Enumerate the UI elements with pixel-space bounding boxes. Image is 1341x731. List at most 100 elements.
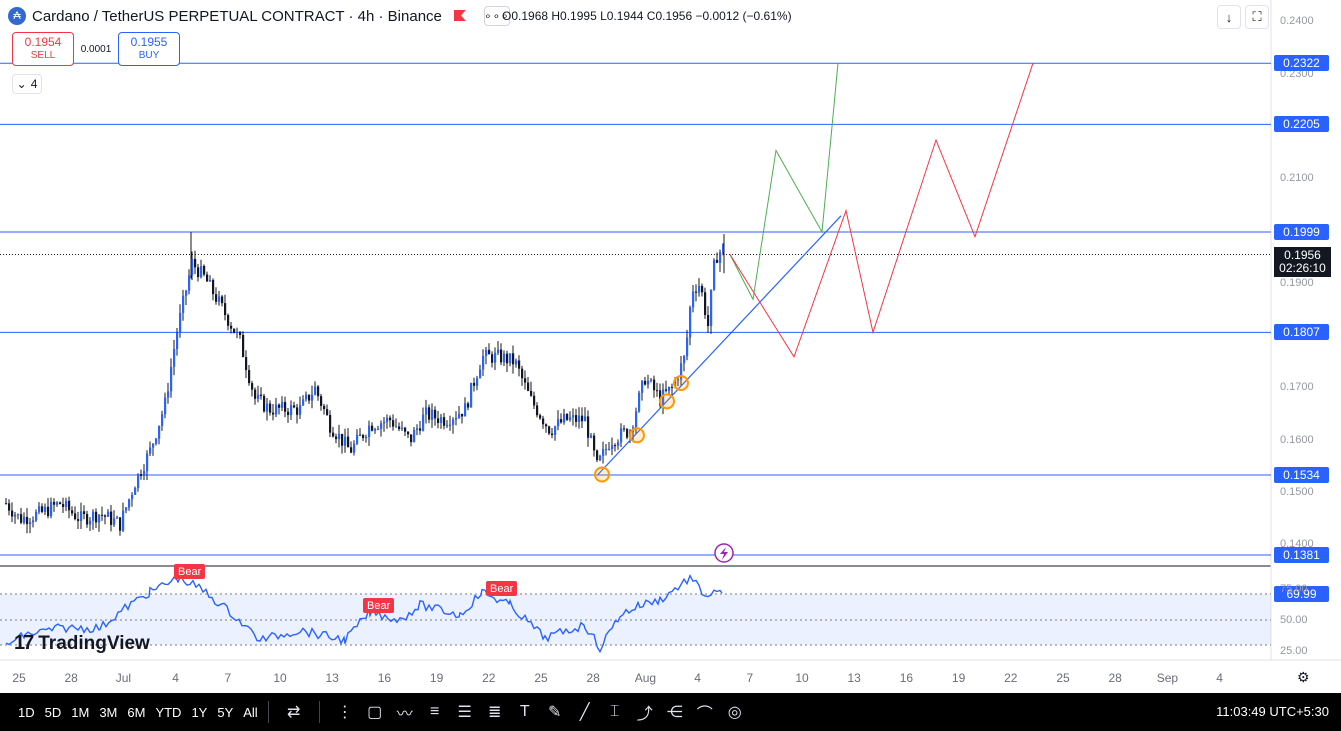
- candle-body: [260, 394, 263, 396]
- candle-body: [704, 292, 707, 316]
- candle-body: [227, 315, 230, 326]
- candle-body: [374, 429, 377, 431]
- candle-body: [92, 511, 95, 521]
- candle-body: [593, 435, 596, 451]
- candle-body: [551, 433, 554, 436]
- range-ytd[interactable]: YTD: [155, 705, 181, 720]
- level-price-tag: 0.1381: [1274, 546, 1329, 563]
- candle-body: [188, 275, 191, 291]
- candle-body: [158, 425, 161, 439]
- candle-body: [506, 353, 509, 364]
- rectangle-icon[interactable]: ▢: [360, 702, 390, 722]
- candle-body: [392, 420, 395, 427]
- candle-body: [281, 401, 284, 408]
- candle-body: [380, 423, 383, 429]
- candle-body: [362, 435, 365, 438]
- grip-icon: ⋮: [336, 704, 353, 721]
- candle-body: [488, 349, 491, 355]
- candle-body: [524, 378, 527, 383]
- trendline-icon[interactable]: ╱: [570, 702, 600, 722]
- candle-body: [278, 404, 281, 408]
- candle-body: [101, 514, 104, 516]
- brush-icon[interactable]: ✎: [540, 702, 570, 722]
- range-1d[interactable]: 1D: [18, 705, 35, 720]
- date-range-icon[interactable]: ⇄: [279, 702, 309, 722]
- candle-body: [194, 258, 197, 268]
- zigzag-icon[interactable]: 〰: [390, 700, 420, 724]
- toolbar-separator: [318, 701, 320, 723]
- channel-icon[interactable]: ≣: [480, 702, 510, 722]
- bear-signal-tag: Bear: [363, 598, 395, 613]
- tv-logo-text: TradingView: [38, 632, 150, 654]
- candle-body: [113, 518, 116, 525]
- sell-button[interactable]: 0.1954 SELL: [12, 32, 74, 66]
- candle-body: [404, 427, 407, 432]
- chart-canvas[interactable]: [0, 0, 1341, 693]
- time-tick: 22: [482, 671, 496, 685]
- range-1y[interactable]: 1Y: [191, 705, 207, 720]
- candle-body: [512, 353, 515, 365]
- candle-body: [83, 511, 86, 514]
- target-icon[interactable]: ◎: [720, 702, 750, 722]
- candle-body: [686, 337, 689, 357]
- text-icon[interactable]: T: [510, 703, 540, 721]
- candle-body: [695, 291, 698, 293]
- candle-body: [320, 396, 323, 406]
- candle-body: [602, 449, 605, 456]
- path-icon[interactable]: ⤴: [630, 700, 660, 724]
- price-tick: 0.1900: [1280, 276, 1314, 289]
- candle-body: [572, 415, 575, 418]
- curve-icon[interactable]: ⌒: [690, 700, 720, 724]
- bar-countdown: 02:26:10: [1279, 261, 1326, 275]
- candle-body: [476, 378, 479, 386]
- candle-body: [485, 349, 488, 356]
- range-5y[interactable]: 5Y: [217, 705, 233, 720]
- level-price-tag: 0.2205: [1274, 116, 1329, 133]
- range-6m[interactable]: 6M: [127, 705, 145, 720]
- candle-body: [617, 442, 620, 446]
- rsi-tick-75: 75.00: [1280, 583, 1308, 595]
- candle-body: [248, 370, 251, 384]
- price-tick: 0.2100: [1280, 172, 1314, 185]
- candle-body: [587, 416, 590, 438]
- candle-body: [713, 259, 716, 290]
- candle-body: [566, 413, 569, 420]
- candle-body: [368, 425, 371, 438]
- candle-body: [110, 511, 113, 525]
- download-icon[interactable]: ↓: [1217, 5, 1241, 29]
- candle-body: [47, 506, 50, 517]
- candle-body: [146, 453, 149, 472]
- candle-body: [548, 426, 551, 434]
- candle-body: [224, 303, 227, 316]
- pitchfork-icon[interactable]: ⋲: [660, 702, 690, 722]
- candle-body: [170, 366, 173, 392]
- candle-body: [254, 389, 257, 399]
- range-3m[interactable]: 3M: [99, 705, 117, 720]
- candle-body: [698, 285, 701, 293]
- range-1m[interactable]: 1M: [71, 705, 89, 720]
- fib-icon[interactable]: ≡: [420, 703, 450, 721]
- candle-body: [395, 426, 398, 428]
- gann-icon[interactable]: ☰: [450, 702, 480, 722]
- candle-body: [338, 433, 341, 440]
- buy-button[interactable]: 0.1955 BUY: [118, 32, 180, 66]
- candle-body: [443, 417, 446, 426]
- indicators-toggle-button[interactable]: ⌄ 4: [12, 74, 42, 94]
- candle-body: [308, 394, 311, 401]
- range-5d[interactable]: 5D: [45, 705, 62, 720]
- candle-body: [560, 419, 563, 423]
- horizontal-levels: [0, 62, 1271, 556]
- price-tick: 0.1700: [1280, 381, 1314, 394]
- range-all[interactable]: All: [243, 705, 257, 720]
- gear-icon[interactable]: ⚙: [1297, 669, 1310, 686]
- candle-body: [470, 382, 473, 408]
- time-tick: 28: [1108, 671, 1122, 685]
- candle-body: [503, 353, 506, 363]
- symbol-title[interactable]: Cardano / TetherUS PERPETUAL CONTRACT · …: [32, 8, 442, 25]
- flag-icon[interactable]: [454, 10, 468, 22]
- measure-icon[interactable]: ⌶: [600, 703, 630, 721]
- fullscreen-icon[interactable]: ⛶: [1245, 5, 1269, 29]
- time-tick: 25: [12, 671, 26, 685]
- candle-body: [692, 291, 695, 308]
- candle-body: [530, 390, 533, 396]
